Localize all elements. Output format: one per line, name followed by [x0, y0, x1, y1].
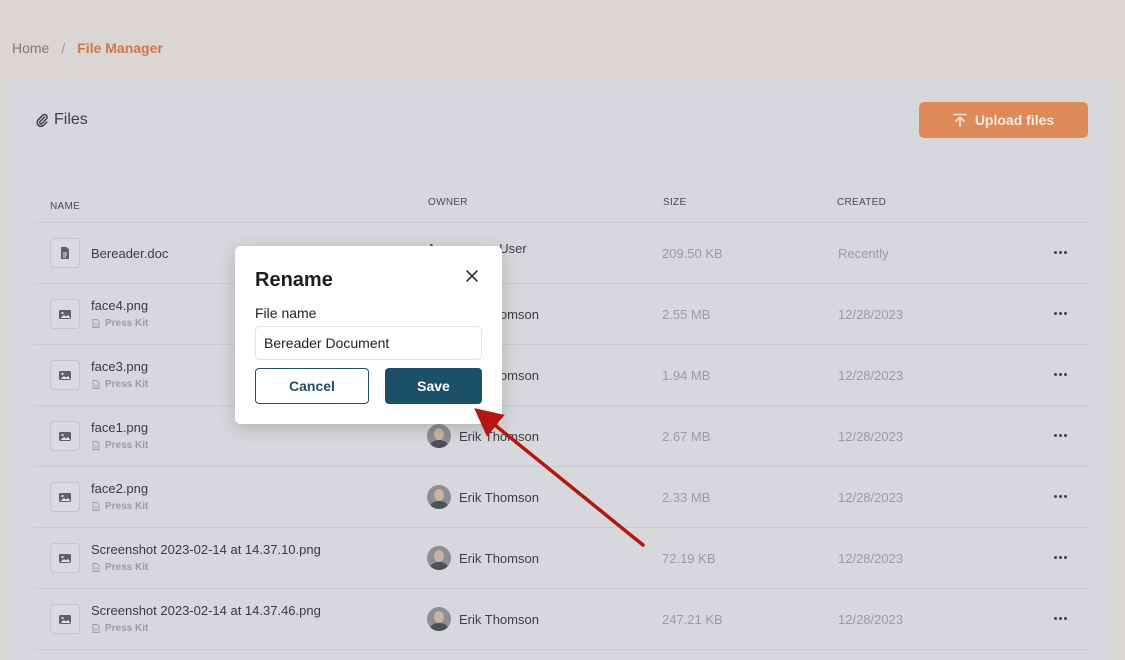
owner-cell: Erik Thomson — [427, 546, 539, 570]
upload-files-label: Upload files — [974, 112, 1055, 128]
folder-tag[interactable]: Press Kit — [92, 318, 148, 329]
breadcrumb: Home / File Manager — [12, 40, 163, 56]
file-name[interactable]: Bereader.doc — [91, 246, 168, 261]
close-icon[interactable] — [464, 268, 480, 284]
rename-dialog: Rename File name Cancel Save — [235, 246, 502, 424]
folder-name: Press Kit — [105, 501, 149, 512]
owner-cell: Erik Thomson — [427, 424, 539, 448]
files-card: Files Upload files NAME OWNER SIZE CREAT… — [10, 77, 1113, 660]
file-name[interactable]: face4.png — [91, 298, 148, 313]
image-icon — [50, 604, 80, 634]
folder-name: Press Kit — [105, 318, 149, 329]
file-size: 209.50 KB — [662, 246, 723, 261]
column-header-created[interactable]: CREATED — [837, 197, 886, 208]
files-card-title: Files — [36, 111, 88, 129]
created-date: 12/28/2023 — [838, 368, 904, 383]
table-row[interactable]: Screenshot 2023-02-14 at 14.37.46.png Pr… — [34, 589, 1088, 650]
created-date: 12/28/2023 — [838, 551, 904, 566]
avatar — [427, 485, 451, 509]
created-date: 12/28/2023 — [838, 612, 904, 627]
file-name[interactable]: face1.png — [91, 420, 148, 435]
column-header-size[interactable]: SIZE — [663, 197, 686, 208]
folder-document-icon — [92, 319, 100, 328]
file-size: 2.55 MB — [662, 307, 711, 322]
column-header-name[interactable]: NAME — [50, 201, 80, 212]
more-options-icon[interactable] — [1050, 366, 1070, 382]
breadcrumb-separator: / — [61, 40, 66, 56]
upload-arrow-icon — [953, 113, 967, 127]
more-options-icon[interactable] — [1050, 549, 1070, 565]
folder-tag[interactable]: Press Kit — [92, 379, 148, 390]
more-options-icon[interactable] — [1050, 305, 1070, 321]
folder-document-icon — [92, 502, 100, 511]
image-icon — [50, 543, 80, 573]
more-options-icon[interactable] — [1050, 488, 1070, 504]
folder-tag[interactable]: Press Kit — [92, 562, 148, 573]
rename-dialog-title: Rename — [255, 269, 333, 291]
file-size: 2.67 MB — [662, 429, 711, 444]
folder-name: Press Kit — [105, 440, 149, 451]
folder-document-icon — [92, 380, 100, 389]
owner-name: Erik Thomson — [459, 428, 539, 444]
table-row[interactable]: Bereader.doc Anonymous User 209.50 KB Re… — [34, 223, 1088, 284]
table-row[interactable]: face3.png Press Kit Erik Thomson 1.94 MB… — [34, 345, 1088, 406]
owner-cell: Erik Thomson — [427, 485, 539, 509]
more-options-icon[interactable] — [1050, 427, 1070, 443]
owner-cell: Erik Thomson — [427, 607, 539, 631]
folder-tag[interactable]: Press Kit — [92, 501, 148, 512]
created-date: 12/28/2023 — [838, 429, 904, 444]
more-options-icon[interactable] — [1050, 244, 1070, 260]
file-size: 2.33 MB — [662, 490, 711, 505]
file-name[interactable]: face3.png — [91, 359, 148, 374]
avatar — [427, 546, 451, 570]
avatar — [427, 607, 451, 631]
created-date: Recently — [838, 246, 889, 261]
paperclip-icon — [36, 113, 48, 127]
save-button[interactable]: Save — [385, 368, 482, 404]
owner-name: Erik Thomson — [459, 550, 539, 566]
owner-name: Erik Thomson — [459, 489, 539, 505]
column-header-owner[interactable]: OWNER — [428, 197, 468, 208]
folder-name: Press Kit — [105, 623, 149, 634]
image-icon — [50, 299, 80, 329]
folder-name: Press Kit — [105, 379, 149, 390]
owner-name: Erik Thomson — [459, 611, 539, 627]
folder-document-icon — [92, 441, 100, 450]
folder-document-icon — [92, 563, 100, 572]
folder-document-icon — [92, 624, 100, 633]
folder-tag[interactable]: Press Kit — [92, 623, 148, 634]
breadcrumb-home[interactable]: Home — [12, 40, 49, 56]
table-row[interactable]: face2.png Press Kit Erik Thomson 2.33 MB… — [34, 467, 1088, 528]
document-icon — [50, 238, 80, 268]
folder-tag[interactable]: Press Kit — [92, 440, 148, 451]
image-icon — [50, 421, 80, 451]
file-size: 72.19 KB — [662, 551, 716, 566]
file-size: 1.94 MB — [662, 368, 711, 383]
breadcrumb-current: File Manager — [77, 40, 163, 56]
avatar — [427, 424, 451, 448]
file-name-label: File name — [255, 305, 317, 321]
table-row[interactable]: face1.png Press Kit Erik Thomson 2.67 MB… — [34, 406, 1088, 467]
cancel-button[interactable]: Cancel — [255, 368, 369, 404]
upload-files-button[interactable]: Upload files — [919, 102, 1088, 138]
folder-name: Press Kit — [105, 562, 149, 573]
file-name[interactable]: Screenshot 2023-02-14 at 14.37.10.png — [91, 542, 321, 557]
created-date: 12/28/2023 — [838, 490, 904, 505]
file-name-input[interactable] — [255, 326, 482, 360]
file-name[interactable]: Screenshot 2023-02-14 at 14.37.46.png — [91, 603, 321, 618]
created-date: 12/28/2023 — [838, 307, 904, 322]
files-title-text: Files — [54, 111, 88, 128]
image-icon — [50, 482, 80, 512]
table-row[interactable]: face4.png Press Kit Erik Thomson 2.55 MB… — [34, 284, 1088, 345]
more-options-icon[interactable] — [1050, 610, 1070, 626]
table-row[interactable]: Screenshot 2023-02-14 at 14.37.10.png Pr… — [34, 528, 1088, 589]
file-size: 247.21 KB — [662, 612, 723, 627]
image-icon — [50, 360, 80, 390]
file-name[interactable]: face2.png — [91, 481, 148, 496]
